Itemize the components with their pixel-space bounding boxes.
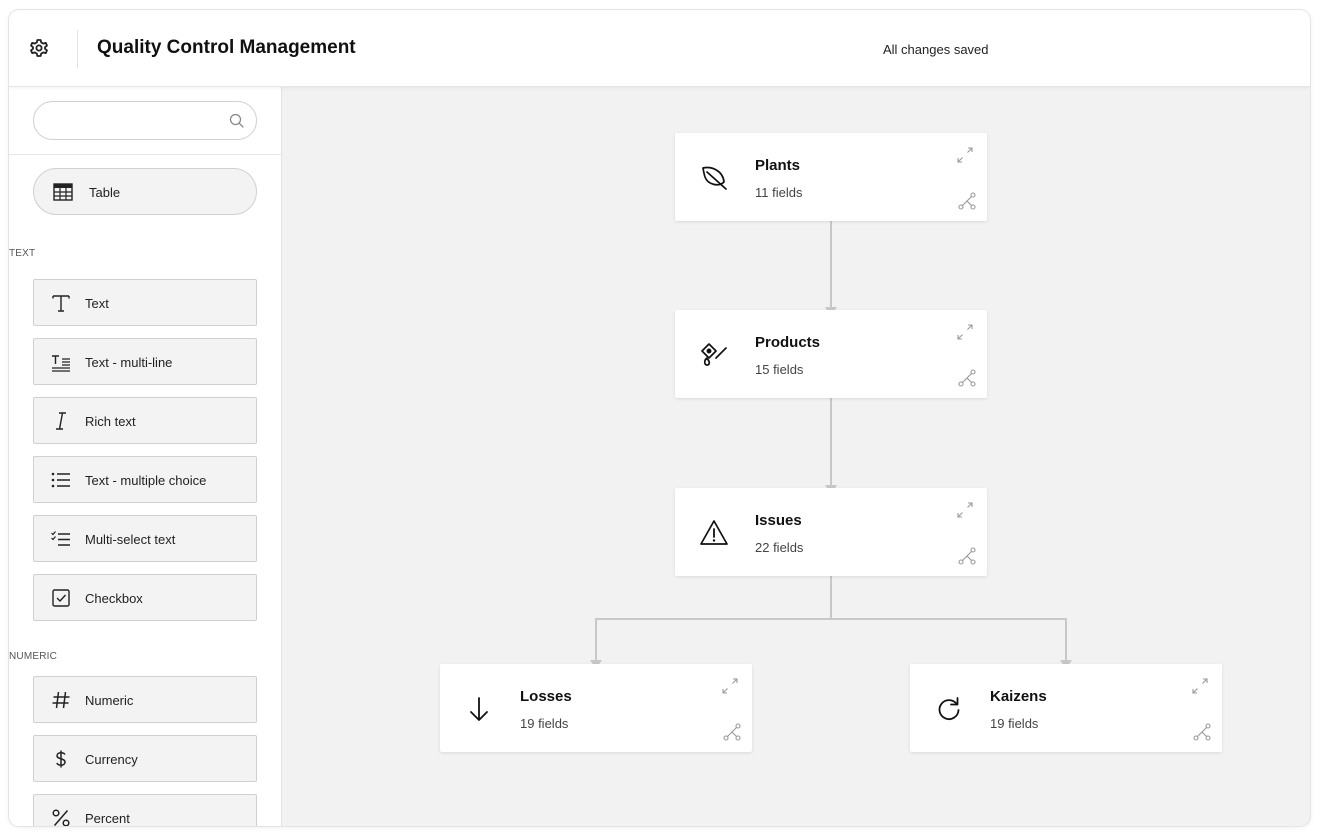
- search-box[interactable]: [33, 101, 257, 140]
- leaf-icon: [702, 166, 727, 190]
- expand-icon[interactable]: [720, 676, 740, 696]
- list-icon: [48, 468, 74, 492]
- entity-card-products[interactable]: Products 15 fields: [675, 310, 987, 398]
- app-window: Quality Control Management All changes s…: [9, 10, 1310, 826]
- field-type-checkbox[interactable]: Checkbox: [33, 574, 257, 621]
- field-type-label: Text - multi-line: [85, 355, 173, 370]
- field-type-multiple-choice[interactable]: Text - multiple choice: [33, 456, 257, 503]
- connector-issues-losses: [595, 576, 832, 664]
- diagram-canvas: Plants 11 fields Products 15 fields Issu…: [282, 87, 1310, 826]
- page-title: Quality Control Management: [97, 37, 356, 58]
- table-button-label: Table: [89, 185, 121, 200]
- relations-icon[interactable]: [722, 722, 742, 742]
- header: Quality Control Management All changes s…: [9, 10, 1310, 87]
- field-type-rich-text[interactable]: Rich text: [33, 397, 257, 444]
- text-icon: [48, 291, 74, 315]
- entity-title: Losses: [520, 688, 572, 705]
- entity-field-count: 11 fields: [755, 185, 803, 200]
- add-table-button[interactable]: Table: [33, 168, 257, 215]
- connector-issues-kaizens: [831, 618, 1067, 664]
- section-title-numeric: NUMERIC: [9, 651, 58, 662]
- field-palette-sidebar: Table TEXT Text Text - multi-line Rich t…: [9, 87, 282, 826]
- entity-field-count: 15 fields: [755, 362, 804, 377]
- field-type-multi-select[interactable]: Multi-select text: [33, 515, 257, 562]
- relations-icon[interactable]: [957, 191, 977, 211]
- section-title-text: TEXT: [9, 248, 36, 259]
- checkbox-icon: [48, 586, 74, 610]
- text-multiline-icon: [48, 350, 74, 374]
- entity-field-count: 19 fields: [520, 716, 569, 731]
- field-type-label: Multi-select text: [85, 532, 176, 547]
- entity-card-issues[interactable]: Issues 22 fields: [675, 488, 987, 576]
- relations-icon[interactable]: [957, 368, 977, 388]
- relations-icon[interactable]: [1192, 722, 1212, 742]
- hash-icon: [48, 688, 74, 712]
- entity-title: Products: [755, 334, 821, 351]
- percent-icon: [48, 806, 74, 826]
- field-type-label: Rich text: [85, 414, 136, 429]
- field-type-label: Text - multiple choice: [85, 473, 207, 488]
- arrow-down-icon: [470, 697, 488, 721]
- field-type-label: Numeric: [85, 693, 134, 708]
- checklist-icon: [48, 527, 74, 551]
- header-divider: [77, 30, 78, 68]
- expand-icon[interactable]: [955, 500, 975, 520]
- entity-title: Issues: [755, 512, 802, 529]
- table-grid-icon: [53, 183, 73, 201]
- italic-icon: [48, 409, 74, 433]
- field-type-label: Checkbox: [85, 591, 143, 606]
- expand-icon[interactable]: [955, 322, 975, 342]
- field-type-label: Text: [85, 296, 109, 311]
- entity-card-losses[interactable]: Losses 19 fields: [440, 664, 752, 752]
- entity-title: Plants: [755, 157, 801, 174]
- relations-icon[interactable]: [957, 546, 977, 566]
- save-status: All changes saved: [883, 42, 989, 57]
- entity-card-kaizens[interactable]: Kaizens 19 fields: [910, 664, 1222, 752]
- sidebar-divider: [9, 154, 281, 155]
- field-type-text-multiline[interactable]: Text - multi-line: [33, 338, 257, 385]
- search-icon[interactable]: [228, 112, 246, 130]
- field-type-currency[interactable]: Currency: [33, 735, 257, 782]
- field-type-percent[interactable]: Percent: [33, 794, 257, 826]
- warning-icon: [700, 520, 728, 545]
- field-type-numeric[interactable]: Numeric: [33, 676, 257, 723]
- search-input[interactable]: [48, 110, 218, 132]
- refresh-icon: [938, 697, 960, 720]
- gear-icon[interactable]: [29, 38, 49, 58]
- field-type-label: Currency: [85, 752, 138, 767]
- entity-field-count: 19 fields: [990, 716, 1039, 731]
- entity-card-plants[interactable]: Plants 11 fields: [675, 133, 987, 221]
- product-tag-icon: [701, 343, 727, 366]
- entity-title: Kaizens: [990, 688, 1047, 705]
- dollar-icon: [48, 747, 74, 771]
- field-type-text[interactable]: Text: [33, 279, 257, 326]
- expand-icon[interactable]: [955, 145, 975, 165]
- expand-icon[interactable]: [1190, 676, 1210, 696]
- entity-field-count: 22 fields: [755, 540, 804, 555]
- field-type-label: Percent: [85, 811, 130, 826]
